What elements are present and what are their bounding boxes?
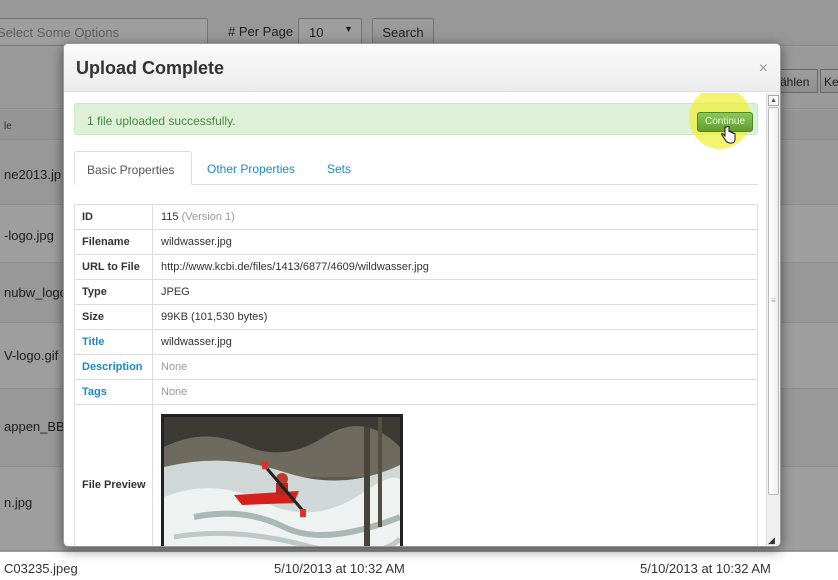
property-tabs: Basic Properties Other Properties Sets — [74, 151, 758, 185]
properties-table: ID 115 (Version 1) Filename wildwasser.j… — [74, 204, 758, 546]
table-row: File Preview — [74, 404, 758, 546]
scrollbar-thumb[interactable]: ≡ — [768, 107, 779, 495]
success-message: 1 file uploaded successfully. — [87, 114, 236, 128]
id-label: ID — [74, 204, 153, 230]
description-label[interactable]: Description — [74, 354, 153, 380]
id-number: 115 — [161, 211, 179, 223]
success-alert: 1 file uploaded successfully. Continue — [74, 93, 758, 149]
table-row[interactable]: Description None — [74, 354, 758, 380]
tags-value[interactable]: None — [152, 379, 758, 405]
id-version: (Version 1) — [181, 211, 235, 223]
description-value[interactable]: None — [152, 354, 758, 380]
table-row: Type JPEG — [74, 279, 758, 305]
table-row[interactable]: Title wildwasser.jpg — [74, 329, 758, 355]
upload-complete-dialog: Upload Complete × 1 file uploaded succes… — [63, 43, 781, 547]
close-icon[interactable]: × — [759, 60, 768, 78]
grip-icon: ≡ — [771, 296, 776, 305]
file-preview-label: File Preview — [74, 404, 153, 546]
size-label: Size — [74, 304, 153, 330]
table-row[interactable]: Tags None — [74, 379, 758, 405]
title-label[interactable]: Title — [74, 329, 153, 355]
type-label: Type — [74, 279, 153, 305]
url-label: URL to File — [74, 254, 153, 280]
table-row[interactable]: C03235.jpeg 5/10/2013 at 10:32 AM 5/10/2… — [0, 552, 838, 580]
id-value: 115 (Version 1) — [152, 204, 758, 230]
scroll-up-icon[interactable]: ▲ — [768, 95, 779, 106]
table-row: Filename wildwasser.jpg — [74, 229, 758, 255]
hand-pointer-icon — [720, 125, 736, 148]
title-value[interactable]: wildwasser.jpg — [152, 329, 758, 355]
file-preview-image — [161, 413, 403, 546]
tab-sets[interactable]: Sets — [327, 151, 351, 185]
filename-value: wildwasser.jpg — [152, 229, 758, 255]
file-preview-cell — [152, 404, 758, 546]
file-created: 5/10/2013 at 10:32 AM — [274, 561, 405, 576]
type-value: JPEG — [152, 279, 758, 305]
resize-handle-icon[interactable]: ◢ — [768, 535, 779, 546]
tab-basic-properties[interactable]: Basic Properties — [74, 151, 192, 185]
tab-other-properties[interactable]: Other Properties — [207, 151, 295, 185]
size-value: 99KB (101,530 bytes) — [152, 304, 758, 330]
table-row: ID 115 (Version 1) — [74, 204, 758, 230]
file-name: C03235.jpeg — [4, 561, 78, 576]
dialog-header: Upload Complete × — [64, 44, 780, 92]
filename-label: Filename — [74, 229, 153, 255]
dialog-body: 1 file uploaded successfully. Continue B… — [64, 93, 766, 546]
url-value: http://www.kcbi.de/files/1413/6877/4609/… — [152, 254, 758, 280]
dialog-scrollbar[interactable]: ▲ ≡ ◢ — [766, 93, 780, 546]
file-modified: 5/10/2013 at 10:32 AM — [640, 561, 771, 576]
table-row: URL to File http://www.kcbi.de/files/141… — [74, 254, 758, 280]
dialog-title: Upload Complete — [76, 58, 225, 78]
tags-label[interactable]: Tags — [74, 379, 153, 405]
table-row: Size 99KB (101,530 bytes) — [74, 304, 758, 330]
